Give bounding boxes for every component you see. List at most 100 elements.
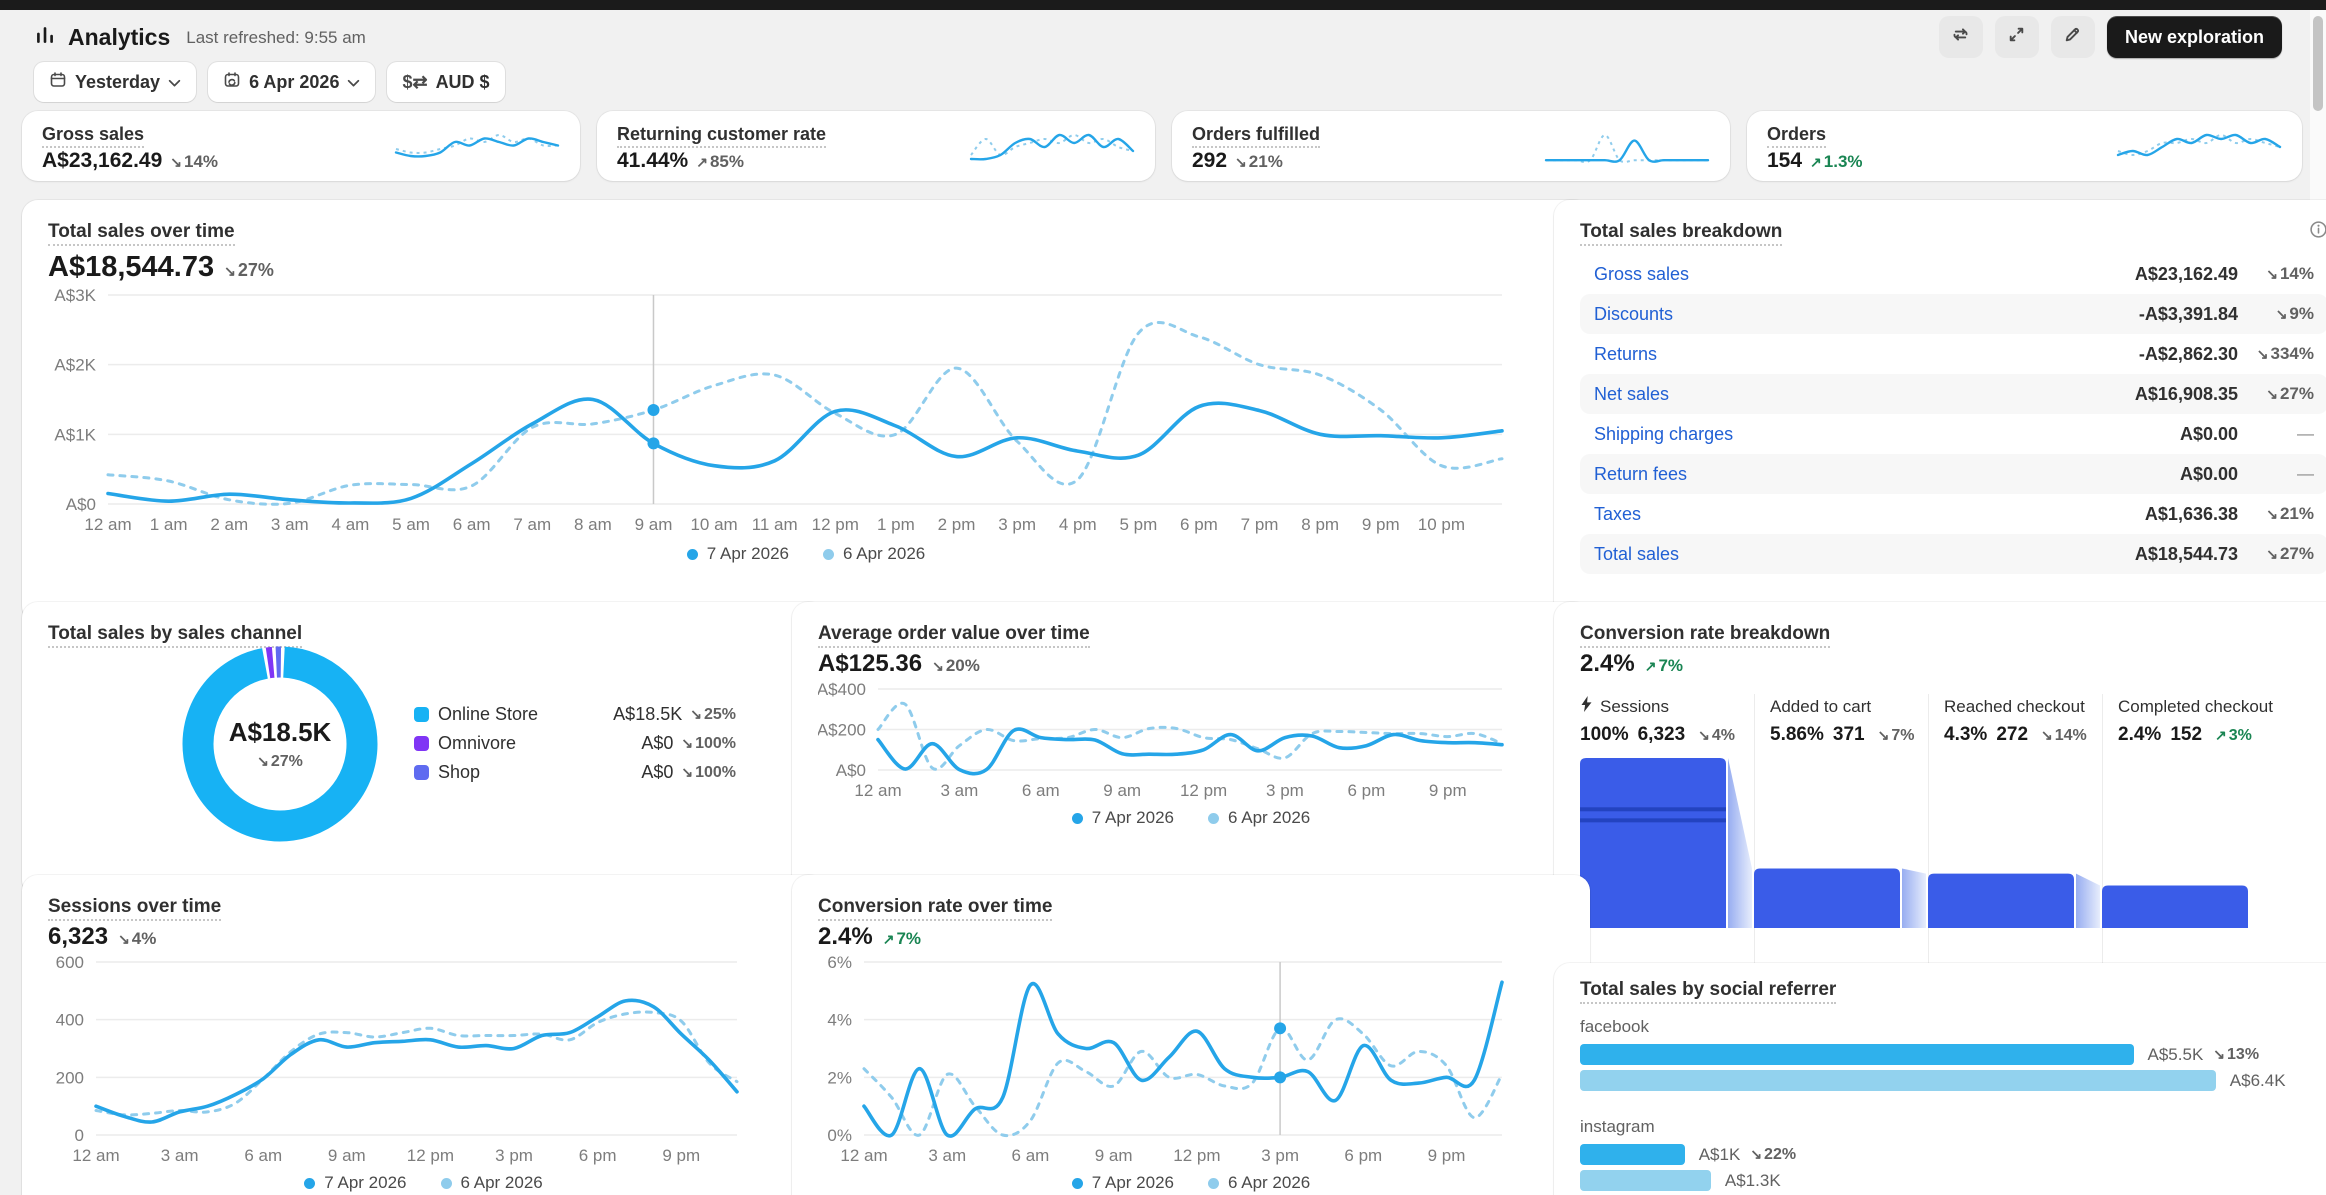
edit-button[interactable]	[2051, 16, 2095, 58]
svg-text:3 pm: 3 pm	[1266, 781, 1304, 800]
legend-item-current[interactable]: 7 Apr 2026	[1072, 1173, 1174, 1193]
svg-text:3 am: 3 am	[928, 1146, 966, 1165]
legend-item-current[interactable]: 7 Apr 2026	[687, 544, 789, 564]
svg-text:6 pm: 6 pm	[1344, 1146, 1382, 1165]
breakdown-row: Discounts -A$3,391.84 ↘9%	[1580, 294, 2326, 334]
legend-swatch	[414, 707, 429, 722]
svg-text:2%: 2%	[827, 1068, 852, 1087]
conversion-line-chart[interactable]: 6%4%2%0%12 am3 am6 am9 am12 pm3 pm6 pm9 …	[818, 953, 1512, 1167]
breakdown-row-link[interactable]: Total sales	[1594, 544, 1679, 565]
breakdown-row-link[interactable]: Return fees	[1594, 464, 1687, 485]
social-group-facebook: facebook A$5.5K↘13% A$6.4K	[1580, 1017, 2326, 1091]
svg-text:3 pm: 3 pm	[998, 515, 1036, 534]
metric-delta: ↘21%	[1235, 152, 1283, 172]
breakdown-row-link[interactable]: Net sales	[1594, 384, 1669, 405]
breakdown-row-link[interactable]: Taxes	[1594, 504, 1641, 525]
svg-text:6 am: 6 am	[1022, 781, 1060, 800]
breakdown-row-value: -A$3,391.84	[2139, 304, 2238, 325]
breakdown-row-link[interactable]: Shipping charges	[1594, 424, 1733, 445]
legend-item-current[interactable]: 7 Apr 2026	[304, 1173, 406, 1193]
total-sales-line-chart[interactable]: A$3KA$2KA$1KA$012 am1 am2 am3 am4 am5 am…	[48, 286, 1512, 536]
breakdown-row-link[interactable]: Gross sales	[1594, 264, 1689, 285]
funnel-step-added-to-cart: Added to cart 5.86%371↘7%	[1754, 696, 1928, 746]
legend-item-previous[interactable]: 6 Apr 2026	[441, 1173, 543, 1193]
chart-title[interactable]: Total sales over time	[48, 221, 235, 246]
social-bar-previous	[1580, 1070, 2216, 1091]
chart-title[interactable]: Total sales by social referrer	[1580, 979, 1836, 1004]
chart-delta: ↗7%	[883, 929, 921, 949]
svg-text:6 am: 6 am	[244, 1146, 282, 1165]
refresh-button[interactable]	[1939, 16, 1983, 58]
breakdown-row-link[interactable]: Discounts	[1594, 304, 1673, 325]
svg-text:A$0: A$0	[66, 495, 96, 514]
legend-item-previous[interactable]: 6 Apr 2026	[1208, 1173, 1310, 1193]
total-sales-over-time-card: Total sales over time A$18,544.73 ↘27% A…	[22, 200, 1590, 622]
svg-text:3 am: 3 am	[940, 781, 978, 800]
legend-dot	[823, 549, 834, 560]
breakdown-row-delta: ↘9%	[2250, 304, 2314, 324]
chart-legend: 7 Apr 2026 6 Apr 2026	[48, 544, 1564, 564]
svg-text:0%: 0%	[827, 1126, 852, 1145]
chart-title[interactable]: Conversion rate over time	[818, 896, 1052, 921]
sync-icon	[1951, 25, 1970, 49]
chart-value: 2.4%	[818, 923, 873, 951]
svg-text:7 pm: 7 pm	[1241, 515, 1279, 534]
currency-button[interactable]: $⇄ AUD $	[387, 62, 504, 102]
scrollbar-thumb[interactable]	[2313, 16, 2323, 111]
breakdown-row-delta: ↘21%	[2250, 504, 2314, 524]
svg-text:2 pm: 2 pm	[938, 515, 976, 534]
chart-title[interactable]: Average order value over time	[818, 623, 1090, 648]
expand-button[interactable]	[1995, 16, 2039, 58]
metric-title[interactable]: Orders	[1767, 124, 1826, 148]
breakdown-row-link[interactable]: Returns	[1594, 344, 1657, 365]
legend-dot	[1072, 1178, 1083, 1189]
svg-text:7 am: 7 am	[513, 515, 551, 534]
svg-text:12 pm: 12 pm	[1173, 1146, 1220, 1165]
compare-date-button[interactable]: 6 Apr 2026	[208, 62, 375, 102]
chart-title[interactable]: Conversion rate breakdown	[1580, 623, 1830, 648]
svg-text:10 pm: 10 pm	[1418, 515, 1465, 534]
calendar-compare-icon	[223, 71, 241, 94]
compare-date-label: 6 Apr 2026	[249, 72, 339, 93]
svg-text:6 pm: 6 pm	[1180, 515, 1218, 534]
svg-text:A$200: A$200	[818, 721, 866, 740]
svg-text:3 pm: 3 pm	[495, 1146, 533, 1165]
chart-title[interactable]: Sessions over time	[48, 896, 221, 921]
channel-legend-row[interactable]: Shop A$0 ↘100%	[414, 758, 736, 787]
metric-title[interactable]: Orders fulfilled	[1192, 124, 1320, 148]
legend-item-current[interactable]: 7 Apr 2026	[1072, 808, 1174, 828]
svg-text:2 am: 2 am	[210, 515, 248, 534]
metric-title[interactable]: Gross sales	[42, 124, 144, 148]
sessions-line-chart[interactable]: 600400200012 am3 am6 am9 am12 pm3 pm6 pm…	[48, 953, 747, 1167]
social-bar-previous	[1580, 1170, 1711, 1191]
legend-dot	[687, 549, 698, 560]
svg-text:9 am: 9 am	[1103, 781, 1141, 800]
metric-delta: ↘14%	[170, 152, 218, 172]
svg-text:6 pm: 6 pm	[1347, 781, 1385, 800]
channel-legend-row[interactable]: Online Store A$18.5K ↘25%	[414, 700, 736, 729]
svg-text:4 pm: 4 pm	[1059, 515, 1097, 534]
metric-card-orders-fulfilled: Orders fulfilled 292 ↘21%	[1172, 111, 1730, 181]
legend-item-previous[interactable]: 6 Apr 2026	[823, 544, 925, 564]
page-title: Analytics	[68, 24, 170, 51]
avg-order-value-card: Average order value over time A$125.36 ↘…	[792, 602, 1590, 896]
svg-text:12 pm: 12 pm	[812, 515, 859, 534]
funnel-chart[interactable]	[1580, 758, 2276, 928]
info-icon[interactable]	[2309, 220, 2326, 244]
social-bar-current	[1580, 1144, 1685, 1165]
aov-line-chart[interactable]: A$400A$200A$012 am3 am6 am9 am12 pm3 pm6…	[818, 680, 1512, 802]
social-bar-current	[1580, 1044, 2134, 1065]
date-range-button[interactable]: Yesterday	[34, 62, 196, 102]
svg-text:12 pm: 12 pm	[1180, 781, 1227, 800]
metric-card-gross-sales: Gross sales A$23,162.49 ↘14%	[22, 111, 580, 181]
svg-text:6 am: 6 am	[1012, 1146, 1050, 1165]
analytics-icon	[34, 24, 56, 51]
legend-item-previous[interactable]: 6 Apr 2026	[1208, 808, 1310, 828]
breakdown-rows: Gross salesA$23,162.49↘14%Discounts-A$3,…	[1580, 254, 2326, 574]
chart-value: A$18,544.73	[48, 251, 214, 284]
new-exploration-button[interactable]: New exploration	[2107, 16, 2282, 58]
metric-title[interactable]: Returning customer rate	[617, 124, 826, 148]
currency-swap-icon: $⇄	[402, 72, 427, 93]
channel-legend-row[interactable]: Omnivore A$0 ↘100%	[414, 729, 736, 758]
breakdown-title[interactable]: Total sales breakdown	[1580, 221, 1782, 246]
